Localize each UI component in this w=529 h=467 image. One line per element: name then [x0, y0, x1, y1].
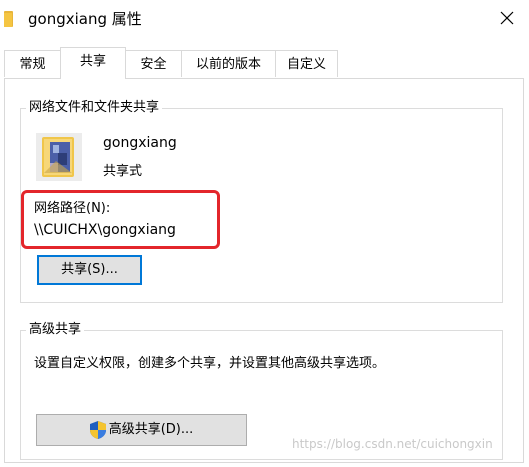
close-button[interactable] — [490, 3, 526, 35]
uac-shield-icon — [89, 421, 106, 439]
advanced-sharing-button-label: 高级共享(D)... — [108, 422, 194, 437]
tab-strip: 常规 共享 安全 以前的版本 自定义 — [0, 47, 529, 79]
close-icon — [500, 11, 514, 25]
advanced-sharing-button[interactable]: 高级共享(D)... — [36, 414, 247, 446]
share-type: 共享式 — [103, 164, 143, 179]
title-bar: gongxiang 属性 — [0, 0, 529, 40]
network-path-label: 网络路径(N): — [34, 201, 111, 216]
tab-previous-versions[interactable]: 以前的版本 — [181, 50, 276, 77]
network-sharing-group-title: 网络文件和文件夹共享 — [26, 100, 163, 116]
advanced-sharing-group-title: 高级共享 — [26, 322, 85, 338]
tab-sharing[interactable]: 共享 — [60, 47, 126, 79]
watermark: https://blog.csdn.net/cuichongxin — [292, 437, 493, 451]
folder-icon — [4, 11, 13, 27]
advanced-sharing-description: 设置自定义权限，创建多个共享，并设置其他高级共享选项。 — [34, 356, 386, 371]
share-button[interactable]: 共享(S)... — [37, 255, 142, 285]
shared-folder-icon — [36, 133, 82, 181]
network-path-value: \\CUICHX\gongxiang — [34, 222, 176, 238]
share-name: gongxiang — [103, 135, 177, 151]
tab-general[interactable]: 常规 — [4, 50, 61, 77]
window-title: gongxiang 属性 — [28, 10, 142, 28]
tab-customize[interactable]: 自定义 — [275, 50, 338, 77]
tab-security[interactable]: 安全 — [125, 50, 182, 77]
